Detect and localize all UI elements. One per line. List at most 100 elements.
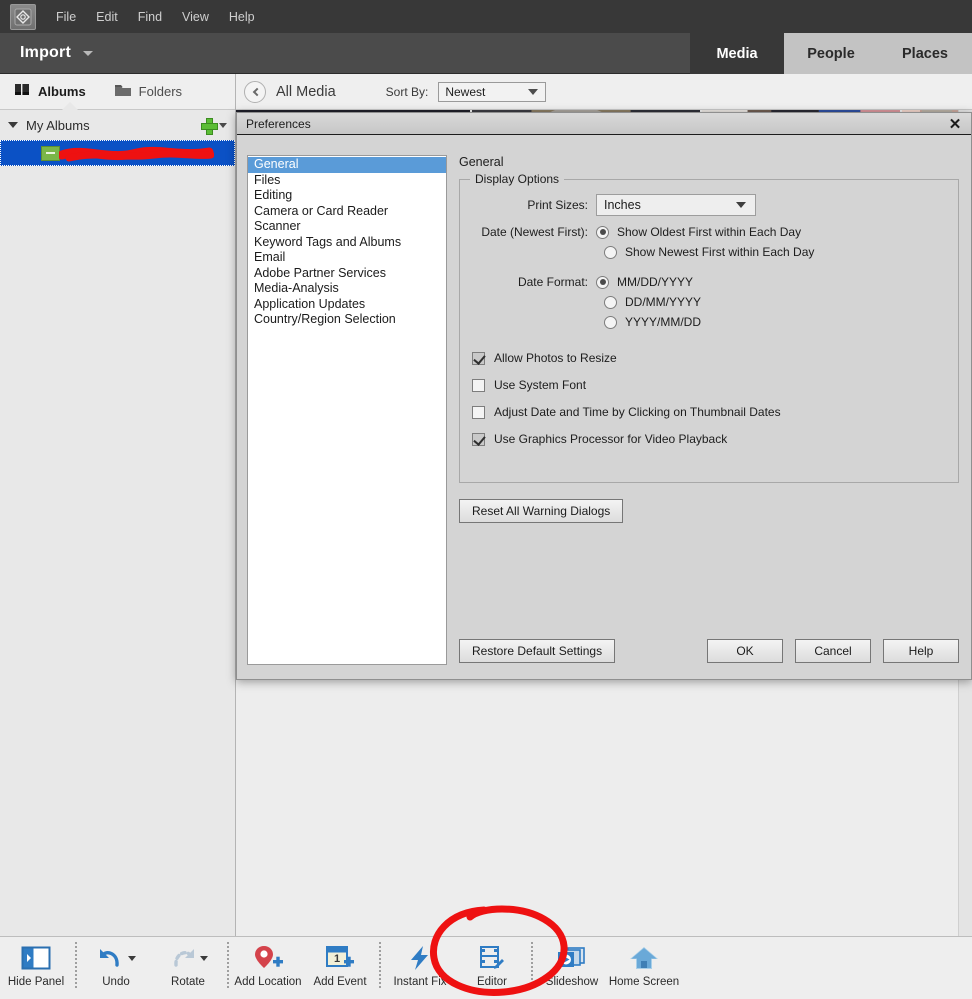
checkbox-adjust-date-and-time-row: Adjust Date and Time by Clicking on Thum… [472,405,946,419]
menu-item-file[interactable]: File [46,6,86,28]
chevron-down-icon [528,88,539,95]
radio-mm-dd-yyyy[interactable] [596,275,609,289]
toolbar-button-instant-fix[interactable]: Instant Fix [384,942,456,988]
mode-tabs: Media People Places [690,33,972,74]
chevron-down-icon[interactable] [127,955,136,961]
dialog-title-bar: Preferences ✕ [237,113,971,135]
green-plus-icon[interactable] [201,117,218,135]
back-chevron-icon[interactable] [244,80,266,103]
radio-show-newest-first[interactable] [604,245,617,259]
category-item-camera-or-card-reader[interactable]: Camera or Card Reader [248,204,446,220]
left-panel: Albums Folders My Albums [0,74,236,936]
checkbox-use-system-font[interactable] [472,378,485,392]
toolbar-label-add-event: Add Event [313,976,367,988]
menu-item-view[interactable]: View [172,6,219,28]
toolbar-button-rotate[interactable]: Rotate [152,942,224,988]
close-icon[interactable]: ✕ [939,113,971,134]
album-list-item-selected[interactable] [0,140,235,166]
panel-tab-albums-label: Albums [38,84,86,99]
category-item-media-analysis[interactable]: Media-Analysis [248,281,446,297]
all-media-title: All Media [276,83,336,100]
toolbar-button-add-location[interactable]: Add Location [232,942,304,988]
album-thumbnail-icon [41,145,60,161]
print-sizes-label: Print Sizes: [527,198,588,212]
checkbox-allow-photos-to-resize[interactable] [472,351,485,365]
panel-tabs: Albums Folders [0,74,235,110]
radio-show-oldest-first[interactable] [596,225,609,239]
toolbar-label-undo: Undo [102,976,130,988]
toolbar-button-slideshow[interactable]: Slideshow [536,942,608,988]
tab-places[interactable]: Places [878,33,972,74]
pane-title: General [459,155,504,169]
checkbox-adjust-date-and-time[interactable] [472,405,485,419]
reset-all-warning-dialogs-button[interactable]: Reset All Warning Dialogs [459,499,624,523]
triangle-down-icon[interactable] [8,122,18,128]
help-button[interactable]: Help [883,639,959,663]
checkbox-use-graphics-processor-label: Use Graphics Processor for Video Playbac… [494,432,728,446]
add-album-button[interactable] [201,117,227,135]
radio-yyyy-mm-dd-label: YYYY/MM/DD [625,315,702,329]
chevron-down-icon[interactable] [199,955,208,961]
category-item-general[interactable]: General [248,157,446,173]
my-albums-header: My Albums [0,110,235,140]
albums-book-icon [14,83,31,100]
category-item-keyword-tags-and-albums[interactable]: Keyword Tags and Albums [248,235,446,251]
chevron-down-icon[interactable] [219,122,227,128]
category-item-adobe-partner-services[interactable]: Adobe Partner Services [248,266,446,282]
panel-tab-albums[interactable]: Albums [0,83,100,100]
chevron-down-icon[interactable] [82,50,93,56]
toolbar-separator [227,942,229,988]
toolbar-label-hide-panel: Hide Panel [7,976,65,988]
menu-item-edit[interactable]: Edit [86,6,128,28]
ok-button[interactable]: OK [707,639,783,663]
toolbar-button-editor[interactable]: Editor [456,942,528,988]
panel-tab-folders-label: Folders [138,84,183,99]
organizer-window: File Edit Find View Help Import Media Pe… [0,0,972,999]
radio-dd-mm-yyyy-label: DD/MM/YYYY [625,295,702,309]
toolbar-button-add-event[interactable]: 1 Add Event [304,942,376,988]
checkbox-use-graphics-processor[interactable] [472,432,485,446]
date-format-label: Date Format: [517,275,588,289]
category-item-files[interactable]: Files [248,173,446,189]
import-bar: Import Media People Places [0,33,972,74]
date-order-row: Date (Newest First): Show Oldest First w… [472,225,946,239]
toolbar-label-home-screen: Home Screen [608,976,680,988]
rotate-icon [169,942,208,974]
print-sizes-select[interactable]: Inches [596,194,756,216]
tab-people[interactable]: People [784,33,878,74]
date-format-row: Date Format: MM/DD/YYYY [472,275,946,289]
slideshow-play-icon [556,942,588,974]
category-item-scanner[interactable]: Scanner [248,219,446,235]
import-button-label[interactable]: Import [20,44,71,62]
radio-dd-mm-yyyy[interactable] [604,295,617,309]
date-format-row-2: DD/MM/YYYY [472,295,946,309]
hide-panel-icon [21,942,51,974]
category-item-editing[interactable]: Editing [248,188,446,204]
checkbox-use-graphics-processor-row: Use Graphics Processor for Video Playbac… [472,432,946,446]
toolbar-button-home-screen[interactable]: Home Screen [608,942,680,988]
category-item-email[interactable]: Email [248,250,446,266]
radio-yyyy-mm-dd[interactable] [604,315,617,329]
category-item-application-updates[interactable]: Application Updates [248,297,446,313]
checkbox-adjust-date-and-time-label: Adjust Date and Time by Clicking on Thum… [494,405,781,419]
panel-tab-folders[interactable]: Folders [100,83,196,100]
undo-arrow-icon [97,942,136,974]
preferences-dialog: Preferences ✕ General Files Editing Came… [236,112,972,680]
preferences-category-list[interactable]: General Files Editing Camera or Card Rea… [247,155,447,665]
radio-mm-dd-yyyy-label: MM/DD/YYYY [617,275,694,289]
menu-item-help[interactable]: Help [219,6,265,28]
cancel-button[interactable]: Cancel [795,639,871,663]
toolbar-label-rotate: Rotate [171,976,205,988]
toolbar-button-undo[interactable]: Undo [80,942,152,988]
date-format-row-3: YYYY/MM/DD [472,315,946,329]
restore-default-settings-button[interactable]: Restore Default Settings [459,639,616,663]
menu-item-find[interactable]: Find [128,6,172,28]
sort-by-select[interactable]: Newest [438,81,547,102]
toolbar-button-hide-panel[interactable]: Hide Panel [0,942,72,988]
dialog-title: Preferences [246,116,311,131]
tab-media[interactable]: Media [690,33,784,74]
category-item-country-region-selection[interactable]: Country/Region Selection [248,312,446,328]
svg-text:1: 1 [334,953,340,965]
checkbox-use-system-font-row: Use System Font [472,378,946,392]
bottom-toolbar: Hide Panel Undo Rotate Add Location 1 Ad… [0,936,972,999]
